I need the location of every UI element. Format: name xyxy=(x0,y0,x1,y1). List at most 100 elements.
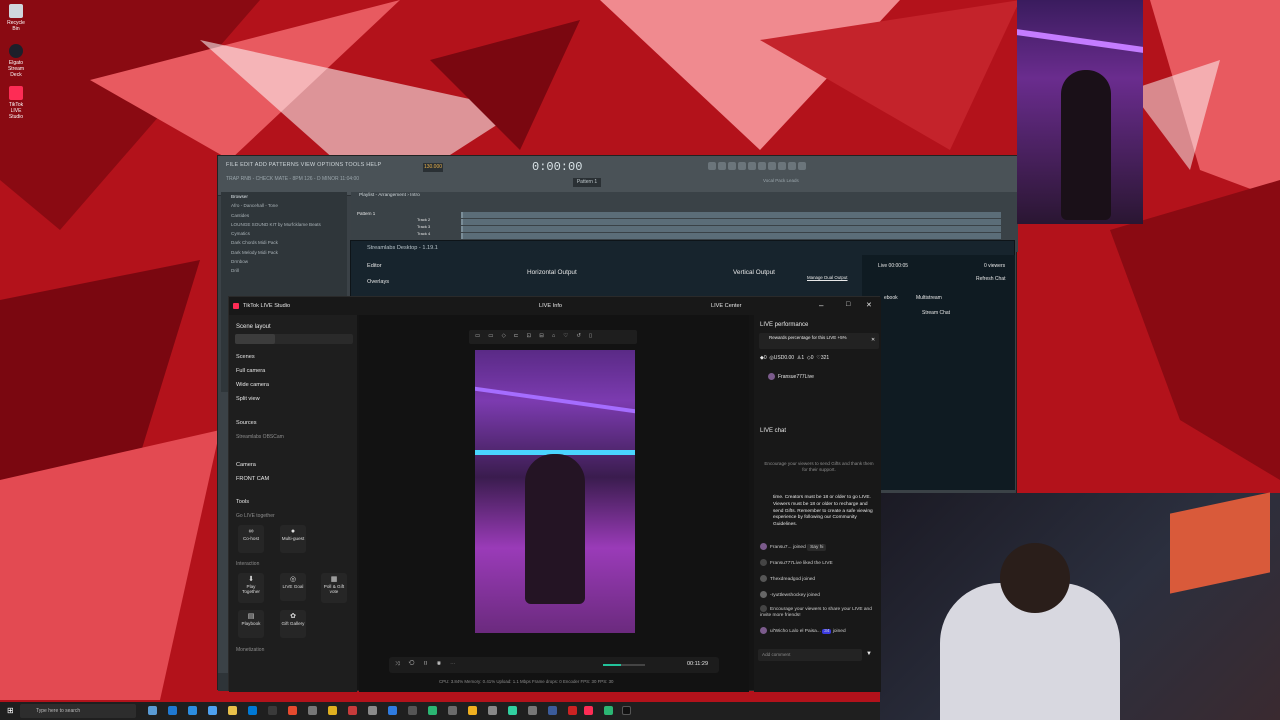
chat-message: -ryuttlewshockey joined xyxy=(760,591,820,598)
book-icon: ▤ xyxy=(247,613,255,620)
browser-item[interactable]: Drill xyxy=(221,266,347,275)
chat-message: ul'Wicho Lalo el Paisa... 34 joined xyxy=(760,627,846,634)
close-icon[interactable]: ✕ xyxy=(871,337,875,343)
fl-tempo[interactable]: 130.000 xyxy=(423,163,443,172)
poll-icon: ▦ xyxy=(330,576,338,583)
app-icon[interactable] xyxy=(568,706,577,715)
fl-time-display: 0:00:00 xyxy=(532,160,583,174)
browser-item[interactable]: LOUNGE SOUND KIT by Murfcklame Beats xyxy=(221,220,347,229)
canvas-toolbar[interactable]: ▭▭◇⊏⊡⊟⌂♡↺▯ xyxy=(469,330,637,344)
browser-item[interactable]: Cymatics xyxy=(221,229,347,238)
tiktok-live-studio-window[interactable]: TikTok LIVE Studio LIVE Info LIVE Center… xyxy=(228,296,881,692)
app-icon[interactable] xyxy=(368,706,377,715)
desktop-icon-recycle-bin[interactable]: Recycle Bin xyxy=(4,4,28,32)
live-center-button[interactable]: LIVE Center xyxy=(711,303,741,309)
stream-timer: 00:11:29 xyxy=(687,661,709,667)
camera-preview[interactable] xyxy=(475,350,635,633)
source-item[interactable]: Camera xyxy=(236,462,256,468)
edge-icon[interactable] xyxy=(168,706,177,715)
play-together-button[interactable]: ⬇ Play Together xyxy=(238,573,264,603)
filter-icon[interactable]: ▼ xyxy=(866,651,872,657)
people-icon: ● xyxy=(290,528,296,535)
scene-item[interactable]: Full camera xyxy=(236,368,265,374)
comment-input[interactable]: Add comment xyxy=(758,649,862,661)
stream-stats: CPU: 3.84% Memory: 0.41% Upload: 1.1 Mbp… xyxy=(439,679,614,684)
host-account[interactable]: Fransue777Live xyxy=(768,373,814,380)
app-icon[interactable] xyxy=(288,706,297,715)
close-icon[interactable]: ✕ xyxy=(866,301,872,309)
windows-taskbar: ⊞ Type here to search xyxy=(0,702,880,720)
streamlabs-editor[interactable]: Editor xyxy=(367,263,382,269)
source-item[interactable]: FRONT CAM xyxy=(236,476,269,482)
app-icon[interactable] xyxy=(348,706,357,715)
person-silhouette xyxy=(1061,70,1111,220)
live-goal-button[interactable]: ◎ LIVE Goal xyxy=(280,573,306,601)
app-icon[interactable] xyxy=(604,706,613,715)
browser-item[interactable]: Cantides xyxy=(221,211,347,220)
app-icon[interactable] xyxy=(488,706,497,715)
avatar xyxy=(768,373,775,380)
link-icon: ∞ xyxy=(248,528,254,535)
stream-chat-label: Stream Chat xyxy=(922,310,951,316)
streamlabs-live-panel: Live 00:00:05 0 viewers Refresh Chat ebo… xyxy=(862,255,1015,490)
minimize-icon[interactable]: – xyxy=(819,301,823,310)
browser-item[interactable]: Drmbow xyxy=(221,257,347,266)
app-icon[interactable] xyxy=(408,706,417,715)
manage-dual-output-link[interactable]: Manage Dual Output xyxy=(807,275,848,280)
webcam-overlay-top xyxy=(1017,0,1143,224)
app-icon[interactable] xyxy=(208,706,217,715)
browser-item[interactable]: Dark Melody Midi Pack xyxy=(221,248,347,257)
tab-facebook[interactable]: ebook xyxy=(884,295,898,301)
task-view-icon[interactable] xyxy=(148,706,157,715)
cohost-button[interactable]: ∞ Co-host xyxy=(238,525,264,553)
browser-item[interactable]: Afro - Dancehall - Tone xyxy=(221,201,347,210)
store-icon[interactable] xyxy=(248,706,257,715)
maximize-icon[interactable]: □ xyxy=(846,301,850,308)
taskbar-search[interactable]: Type here to search xyxy=(20,704,136,718)
playbook-button[interactable]: ▤ Playbook xyxy=(238,610,264,638)
fl-song-info: TRAP RNB - CHECK MATE - 8PM 126 - D MINO… xyxy=(226,176,360,182)
refresh-chat-button[interactable]: Refresh Chat xyxy=(976,276,1005,282)
poll-gift-vote-button[interactable]: ▦ Poll & Gift vote xyxy=(321,573,347,603)
windows-start-icon[interactable]: ⊞ xyxy=(7,706,14,715)
tab-multistream[interactable]: Multistream xyxy=(916,295,942,301)
app-icon[interactable] xyxy=(388,706,397,715)
fl-tool-buttons[interactable] xyxy=(708,162,808,172)
app-icon[interactable] xyxy=(328,706,337,715)
desktop-icon-tiktok-live-studio[interactable]: TikTok LIVE Studio xyxy=(4,86,28,120)
streamlabs-overlays[interactable]: Overlays xyxy=(367,279,389,285)
gamepad-icon: ⬇ xyxy=(248,576,254,583)
chat-message: Thexdreadgod joined xyxy=(760,575,815,582)
app-icon[interactable] xyxy=(308,706,317,715)
say-hi-button[interactable]: Say hi xyxy=(807,543,827,551)
app-icon[interactable] xyxy=(268,706,277,715)
scene-item[interactable]: Wide camera xyxy=(236,382,269,388)
playlist-clips[interactable] xyxy=(461,211,1001,239)
file-explorer-icon[interactable] xyxy=(228,706,237,715)
app-icon[interactable] xyxy=(448,706,457,715)
browser-item[interactable]: Dark Chords Midi Pack xyxy=(221,238,347,247)
live-info-button[interactable]: LIVE Info xyxy=(539,303,562,309)
browser-icon[interactable] xyxy=(188,706,197,715)
tiktok-icon[interactable] xyxy=(622,706,631,715)
gift-gallery-button[interactable]: ✿ Gift Gallery xyxy=(280,610,306,638)
app-icon[interactable] xyxy=(548,706,557,715)
performance-stats: ◆0 ◎USD0.00 ♙1 ◇0 ♡321 xyxy=(760,355,830,361)
streamlabs-taskbar-icon[interactable] xyxy=(508,706,517,715)
app-icon[interactable] xyxy=(428,706,437,715)
tiktok-icon xyxy=(233,303,239,309)
fl-menu-bar[interactable]: FILE EDIT ADD PATTERNS VIEW OPTIONS TOOL… xyxy=(226,162,381,168)
app-icon[interactable] xyxy=(528,706,537,715)
tiktok-taskbar-icon[interactable] xyxy=(584,706,593,715)
source-item[interactable]: Streamlabs OBSCam xyxy=(236,434,284,440)
playback-controls[interactable]: ⤨⟲▯◉⋯ 00:11:29 xyxy=(389,657,719,673)
fl-pattern-selector[interactable]: Pattern 1 xyxy=(573,178,601,187)
horizontal-output-label: Horizontal Output xyxy=(527,269,577,276)
fl-studio-taskbar-icon[interactable] xyxy=(468,706,477,715)
tiktok-sidebar: Scene layout Scenes Full camera Wide cam… xyxy=(229,315,357,692)
desktop-icon-stream-deck[interactable]: Elgato Stream Deck xyxy=(4,44,28,78)
layout-toggle[interactable] xyxy=(235,334,353,344)
multiguest-button[interactable]: ● Multi-guest xyxy=(280,525,306,553)
scene-item[interactable]: Split view xyxy=(236,396,260,402)
webcam-overlay-bottom xyxy=(880,492,1280,720)
